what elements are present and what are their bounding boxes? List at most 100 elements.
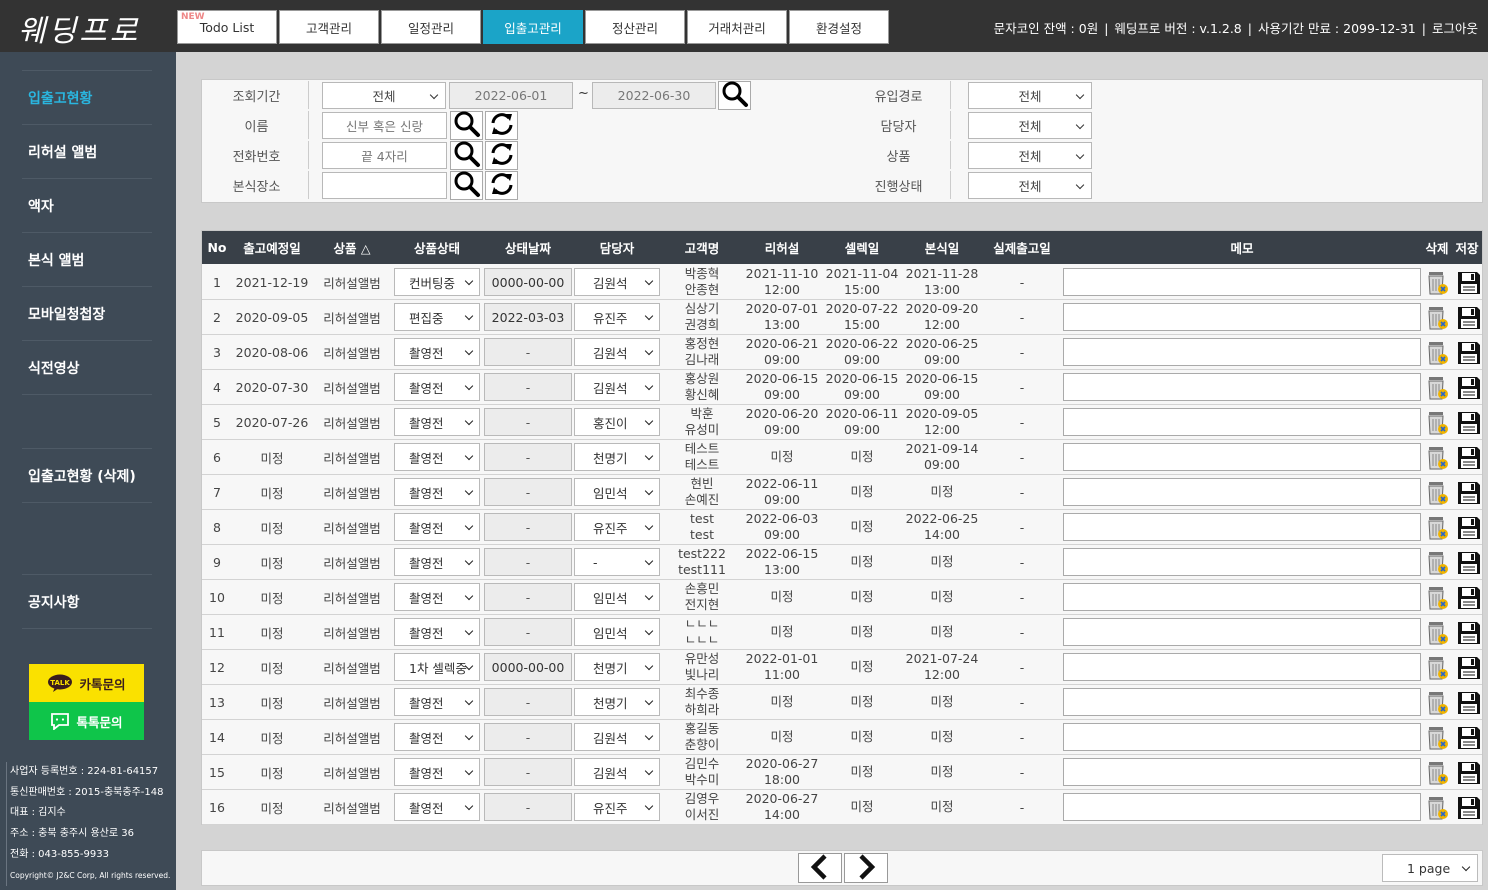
row-status-date[interactable]: - (484, 373, 572, 401)
save-icon[interactable] (1456, 690, 1482, 719)
col-wedding-date[interactable]: 본식일 (902, 231, 982, 264)
row-memo-input[interactable] (1063, 548, 1421, 576)
save-icon[interactable] (1456, 410, 1482, 439)
venue-reset-button[interactable] (485, 171, 518, 200)
row-status-select[interactable]: 촬영전 (394, 618, 480, 646)
save-icon[interactable] (1456, 480, 1482, 509)
search-button[interactable] (718, 81, 751, 110)
row-memo-input[interactable] (1063, 723, 1421, 751)
row-manager-select[interactable]: 유진주 (574, 303, 660, 331)
save-icon[interactable] (1456, 655, 1482, 684)
save-icon[interactable] (1456, 270, 1482, 299)
venue-input[interactable] (322, 172, 447, 199)
row-memo-input[interactable] (1063, 338, 1421, 366)
save-icon[interactable] (1456, 585, 1482, 614)
row-manager-select[interactable]: 천명기 (574, 653, 660, 681)
row-status-date[interactable]: - (484, 723, 572, 751)
row-status-date[interactable]: - (484, 618, 572, 646)
row-status-select[interactable]: 촬영전 (394, 443, 480, 471)
phone-search-button[interactable] (450, 141, 483, 170)
tab-partners[interactable]: 거래처관리 (687, 10, 787, 44)
tab-customer[interactable]: 고객관리 (279, 10, 379, 44)
save-icon[interactable] (1456, 445, 1482, 474)
trash-icon[interactable] (1425, 515, 1449, 544)
trash-icon[interactable] (1425, 340, 1449, 369)
col-select-date[interactable]: 셀렉일 (822, 231, 902, 264)
row-manager-select[interactable]: 임민석 (574, 618, 660, 646)
sidebar-item-pre-ceremony-video[interactable]: 식전영상 (22, 340, 152, 394)
sidebar-item-wedding-album[interactable]: 본식 앨범 (22, 232, 152, 286)
row-memo-input[interactable] (1063, 408, 1421, 436)
sidebar-item-inout-status[interactable]: 입출고현황 (22, 70, 152, 124)
row-status-select[interactable]: 촬영전 (394, 513, 480, 541)
col-ship-date[interactable]: 출고예정일 (232, 231, 312, 264)
app-logo[interactable]: 웨딩프로 (18, 6, 140, 50)
save-icon[interactable] (1456, 375, 1482, 404)
save-icon[interactable] (1456, 305, 1482, 334)
col-no[interactable]: No (202, 231, 232, 264)
row-memo-input[interactable] (1063, 583, 1421, 611)
venue-search-button[interactable] (450, 171, 483, 200)
row-status-select[interactable]: 촬영전 (394, 548, 480, 576)
trash-icon[interactable] (1425, 305, 1449, 334)
tab-todo-list[interactable]: NEW Todo List (177, 10, 277, 44)
row-status-date[interactable]: - (484, 338, 572, 366)
tab-settings[interactable]: 환경설정 (789, 10, 889, 44)
row-manager-select[interactable]: 홍진이 (574, 408, 660, 436)
sidebar-item-mobile-invitation[interactable]: 모바일청첩장 (22, 286, 152, 340)
col-product[interactable]: 상품 △ (312, 231, 392, 264)
row-manager-select[interactable]: 김원석 (574, 373, 660, 401)
row-status-date[interactable]: - (484, 408, 572, 436)
row-memo-input[interactable] (1063, 373, 1421, 401)
name-input[interactable]: 신부 혹은 신랑 (322, 112, 447, 139)
next-page-button[interactable] (844, 853, 888, 883)
col-status-date[interactable]: 상태날짜 (482, 231, 574, 264)
row-status-select[interactable]: 촬영전 (394, 583, 480, 611)
row-status-select[interactable]: 촬영전 (394, 793, 480, 821)
row-status-select[interactable]: 촬영전 (394, 723, 480, 751)
row-status-date[interactable]: - (484, 583, 572, 611)
row-status-date[interactable]: 0000-00-00 (484, 653, 572, 681)
row-memo-input[interactable] (1063, 268, 1421, 296)
save-icon[interactable] (1456, 725, 1482, 754)
trash-icon[interactable] (1425, 760, 1449, 789)
row-memo-input[interactable] (1063, 758, 1421, 786)
sidebar-item-rehearsal-album[interactable]: 리허설 앨범 (22, 124, 152, 178)
row-status-select[interactable]: 컨버팅중 (394, 268, 480, 296)
col-customer[interactable]: 고객명 (662, 231, 742, 264)
trash-icon[interactable] (1425, 410, 1449, 439)
row-memo-input[interactable] (1063, 443, 1421, 471)
trash-icon[interactable] (1425, 620, 1449, 649)
kakao-inquiry-button[interactable]: TALK 카톡문의 (29, 664, 144, 702)
page-select[interactable]: 1 page (1382, 854, 1478, 882)
date-to-input[interactable]: 2022-06-30 (592, 82, 716, 109)
row-status-date[interactable]: - (484, 513, 572, 541)
col-manager[interactable]: 담당자 (574, 231, 660, 264)
col-rehearsal[interactable]: 리허설 (742, 231, 822, 264)
row-memo-input[interactable] (1063, 618, 1421, 646)
save-icon[interactable] (1456, 620, 1482, 649)
row-manager-select[interactable]: 천명기 (574, 688, 660, 716)
name-search-button[interactable] (450, 111, 483, 140)
save-icon[interactable] (1456, 795, 1482, 824)
tab-inout[interactable]: 입출고관리 (483, 10, 583, 44)
channel-select[interactable]: 전체 (968, 82, 1092, 109)
sidebar-item-notice[interactable]: 공지사항 (22, 574, 152, 628)
period-select[interactable]: 전체 (322, 82, 446, 109)
sidebar-item-frame[interactable]: 액자 (22, 178, 152, 232)
row-status-select[interactable]: 1차 셀렉중 (394, 653, 480, 681)
col-actual-ship[interactable]: 실제출고일 (982, 231, 1062, 264)
phone-input[interactable]: 끝 4자리 (322, 142, 447, 169)
row-status-date[interactable]: - (484, 548, 572, 576)
tab-schedule[interactable]: 일정관리 (381, 10, 481, 44)
trash-icon[interactable] (1425, 550, 1449, 579)
row-status-select[interactable]: 촬영전 (394, 373, 480, 401)
save-icon[interactable] (1456, 550, 1482, 579)
trash-icon[interactable] (1425, 375, 1449, 404)
col-product-status[interactable]: 상품상태 (392, 231, 482, 264)
trash-icon[interactable] (1425, 795, 1449, 824)
row-manager-select[interactable]: 천명기 (574, 443, 660, 471)
prev-page-button[interactable] (798, 853, 842, 883)
row-manager-select[interactable]: 김원석 (574, 723, 660, 751)
row-memo-input[interactable] (1063, 793, 1421, 821)
